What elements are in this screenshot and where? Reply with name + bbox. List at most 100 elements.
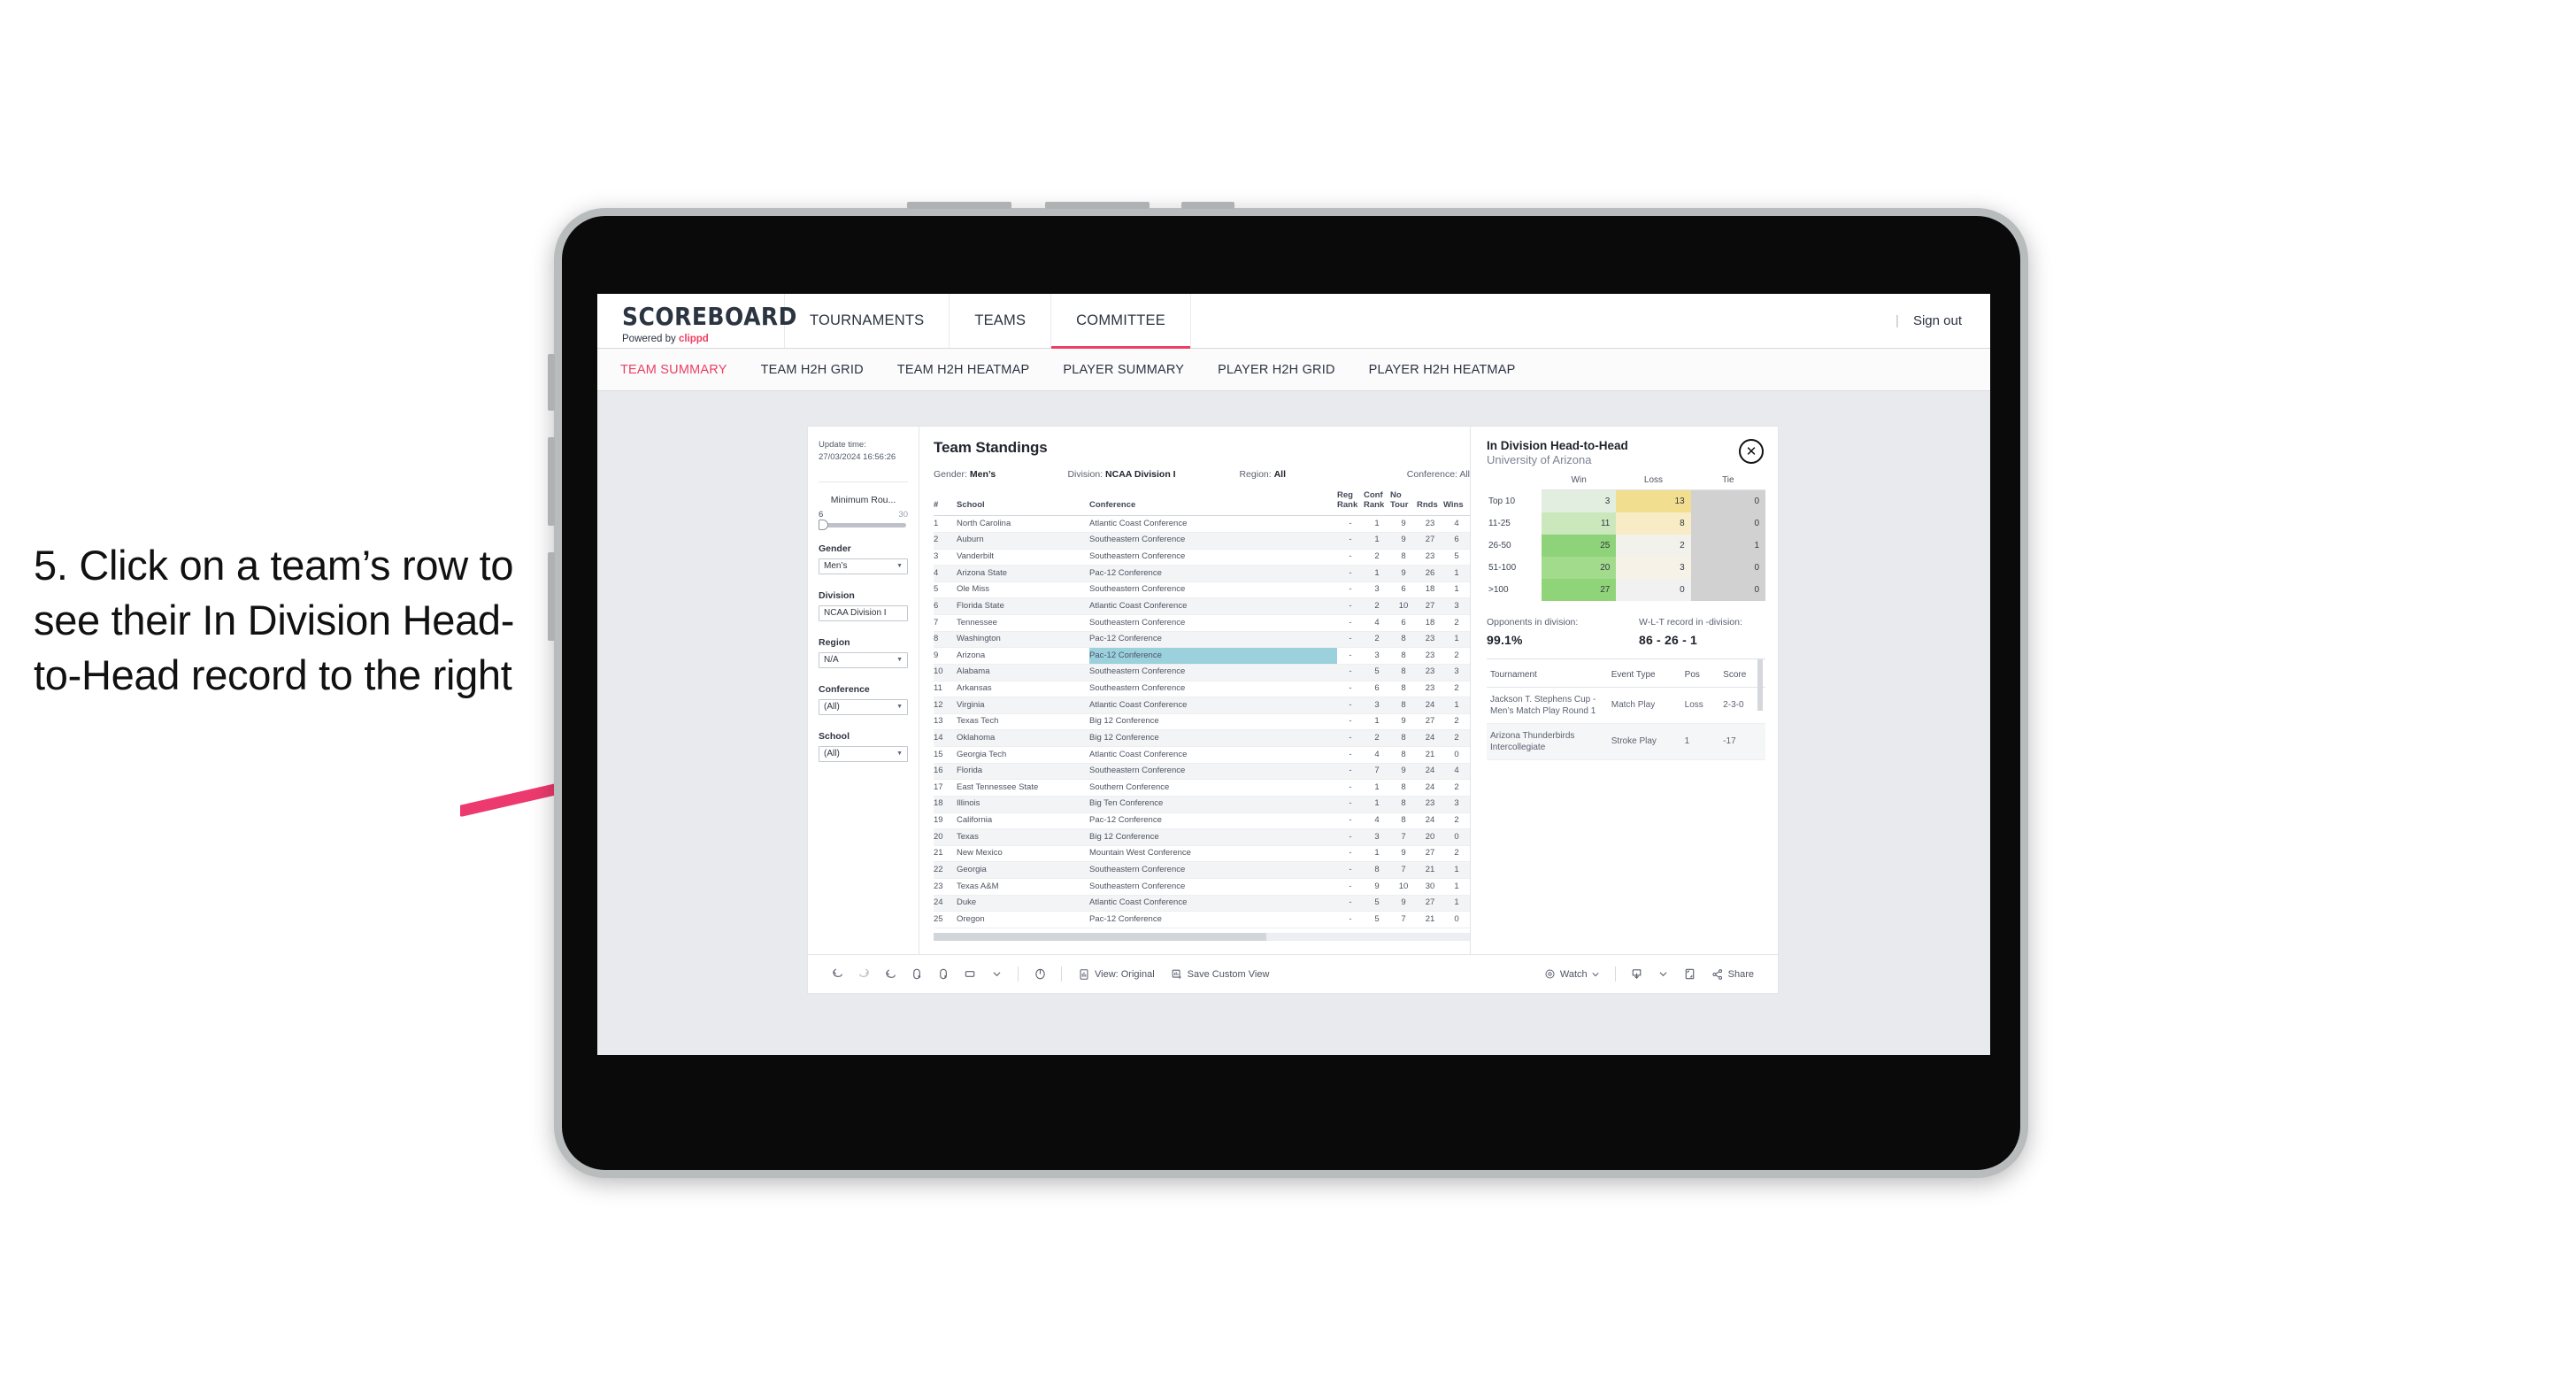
undo-icon[interactable] [824,961,850,988]
col-wins[interactable]: Wins [1443,491,1470,517]
list-item[interactable]: Cabo CollegiateStroke Play1117 [1487,759,1765,764]
h2h-col-loss: Loss [1616,475,1691,490]
watch-button[interactable]: Watch [1536,968,1607,980]
standings-cell-conference: Southeastern Conference [1089,878,1337,896]
standings-cell-no-tour: 6 [1390,581,1417,599]
filter-division-select[interactable]: NCAA Division I [819,604,908,621]
list-item[interactable]: Arizona Thunderbirds Intercollegiate Stro… [1487,723,1765,761]
col-rnds[interactable]: Rnds [1417,491,1443,517]
revert-icon[interactable] [877,961,904,988]
breadcrumb-division-value: NCAA Division I [1105,469,1176,480]
sign-out-link[interactable]: Sign out [1913,313,1962,328]
table-row[interactable]: 18 Illinois Big Ten Conference -1 8 23 3 [934,796,1470,813]
table-row[interactable]: 2 Auburn Southeastern Conference -1 9 27 6 [934,532,1470,550]
standings-cell-conference: Southern Conference [1089,779,1337,797]
view-original-label: View: Original [1095,968,1155,980]
table-row[interactable]: 21 New Mexico Mountain West Conference -1 9 2… [934,845,1470,863]
events-col-pos[interactable]: Pos [1680,662,1720,688]
events-col-tournament[interactable]: Tournament [1487,662,1608,688]
nav-tab-committee[interactable]: COMMITTEE [1051,294,1191,349]
standings-cell-school: Arizona State [957,565,1089,582]
filter-school-select[interactable]: (All) ▼ [819,745,908,762]
share-button[interactable]: Share [1703,968,1762,981]
standings-cell-rnds: 21 [1417,746,1443,764]
col-conference[interactable]: Conference [1089,491,1337,517]
download-icon[interactable] [1624,961,1650,988]
standings-cell-wins: 2 [1443,647,1470,665]
col-reg-rank[interactable]: Reg Rank [1337,490,1364,517]
standings-cell-rank: 12 [934,697,957,714]
refresh-icon[interactable] [904,961,930,988]
download-chevron-down-icon[interactable] [1650,961,1677,988]
col-school[interactable]: School [957,491,1089,517]
events-col-event-type[interactable]: Event Type [1607,662,1681,688]
standings-cell-conf-rank: 1 [1364,515,1390,533]
table-row[interactable]: 9 Arizona Pac-12 Conference -3 8 23 2 [934,647,1470,665]
standings-cell-conference: Mountain West Conference [1089,845,1337,863]
standings-cell-rnds: 21 [1417,861,1443,879]
table-row[interactable]: 6 Florida State Atlantic Coast Conference -… [934,597,1470,615]
table-row[interactable]: 25 Oregon Pac-12 Conference -5 7 21 0 [934,911,1470,928]
close-icon[interactable]: ✕ [1739,439,1764,464]
minimum-rounds-slider[interactable] [819,520,906,531]
col-no-tour[interactable]: No Tour [1390,490,1417,517]
table-row[interactable]: 22 Georgia Southeastern Conference -8 7 21 1 [934,861,1470,879]
table-row[interactable]: 24 Duke Atlantic Coast Conference -5 9 27 1 [934,895,1470,912]
table-row[interactable]: 10 Alabama Southeastern Conference -5 8 23 3 [934,664,1470,681]
horizontal-scrollbar[interactable] [934,932,1470,941]
table-row[interactable]: 4 Arizona State Pac-12 Conference -1 9 26 1 [934,565,1470,582]
table-row[interactable]: 23 Texas A&M Southeastern Conference -9 10 30… [934,878,1470,896]
standings-cell-rnds: 24 [1417,812,1443,830]
minimum-rounds-handle[interactable] [819,520,828,531]
standings-cell-conference: Pac-12 Conference [1089,631,1337,649]
brand-logo[interactable]: SCOREBOARD Powered by clippd [597,294,796,348]
col-rank[interactable]: # [934,491,957,517]
filter-region-select[interactable]: N/A ▼ [819,651,908,668]
list-item[interactable]: Jackson T. Stephens Cup - Men’s Match Pl… [1487,687,1765,724]
table-row[interactable]: 3 Vanderbilt Southeastern Conference -2 8 23 5 [934,549,1470,566]
subtab-team-h2h-grid[interactable]: TEAM H2H GRID [761,363,864,377]
history-icon[interactable] [1027,961,1053,988]
redo-icon[interactable] [850,961,877,988]
table-row[interactable]: 7 Tennessee Southeastern Conference -4 6 18 2 [934,614,1470,632]
table-row[interactable]: 16 Florida Southeastern Conference -7 9 24 4 [934,763,1470,781]
nav-tab-tournaments[interactable]: TOURNAMENTS [785,294,950,348]
view-original-button[interactable]: View: Original [1070,968,1163,981]
subtab-player-summary[interactable]: PLAYER SUMMARY [1063,363,1184,377]
layout-chevron-down-icon[interactable] [983,961,1010,988]
table-row[interactable]: 15 Georgia Tech Atlantic Coast Conference -… [934,746,1470,764]
filter-gender-select[interactable]: Men’s ▼ [819,558,908,574]
table-row[interactable]: 5 Ole Miss Southeastern Conference -3 6 18 1 [934,581,1470,599]
table-row[interactable]: 17 East Tennessee State Southern Conferenc… [934,779,1470,797]
standings-cell-reg-rank: - [1337,812,1364,830]
subtab-team-summary[interactable]: TEAM SUMMARY [620,363,727,377]
table-row[interactable]: 12 Virginia Atlantic Coast Conference -3 8 24… [934,697,1470,714]
pause-icon[interactable] [930,961,957,988]
subtab-player-h2h-grid[interactable]: PLAYER H2H GRID [1218,363,1334,377]
h2h-stats: Opponents in division: 99.1% W-L-T recor… [1487,613,1765,647]
fullscreen-icon[interactable] [1677,961,1703,988]
table-row[interactable]: 14 Oklahoma Big 12 Conference -2 8 24 2 [934,729,1470,747]
filter-division: Division NCAA Division I [819,590,908,621]
events-vertical-scrollbar[interactable] [1757,658,1763,711]
horizontal-scrollbar-thumb[interactable] [934,932,1266,941]
standings-cell-conf-rank: 2 [1364,631,1390,649]
table-row[interactable]: 20 Texas Big 12 Conference -3 7 20 0 [934,828,1470,846]
table-row[interactable]: 8 Washington Pac-12 Conference -2 8 23 1 [934,631,1470,649]
device-layout-icon[interactable] [957,961,983,988]
nav-tab-teams[interactable]: TEAMS [950,294,1052,348]
standings-header-row: # School Conference Reg Rank Conf Rank N… [934,490,1470,517]
table-row[interactable]: 13 Texas Tech Big 12 Conference -1 9 27 2 [934,713,1470,731]
table-row[interactable]: 1 North Carolina Atlantic Coast Conference… [934,515,1470,533]
col-conf-rank[interactable]: Conf Rank [1364,490,1390,517]
standings-cell-conference: Southeastern Conference [1089,861,1337,879]
table-row[interactable]: 19 California Pac-12 Conference -4 8 24 2 [934,812,1470,830]
standings-cell-no-tour: 9 [1390,713,1417,731]
subtab-team-h2h-heatmap[interactable]: TEAM H2H HEATMAP [897,363,1030,377]
table-row[interactable]: 11 Arkansas Southeastern Conference -6 8 23 2 [934,681,1470,698]
standings-cell-conf-rank: 3 [1364,828,1390,846]
filter-conference-select[interactable]: (All) ▼ [819,698,908,715]
subtab-player-h2h-heatmap[interactable]: PLAYER H2H HEATMAP [1369,363,1516,377]
save-custom-view-button[interactable]: Save Custom View [1163,968,1278,981]
standings-cell-conference: Pac-12 Conference [1089,911,1337,928]
